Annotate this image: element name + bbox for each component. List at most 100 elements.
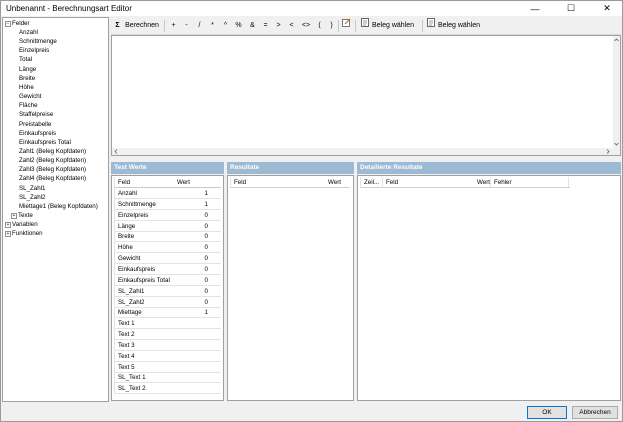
- value-cell[interactable]: [173, 383, 210, 393]
- tree-node-field[interactable]: Breite: [19, 74, 35, 83]
- tree-node-field[interactable]: Total: [19, 55, 32, 64]
- value-cell[interactable]: 0: [173, 297, 210, 307]
- tree-node-field[interactable]: Fläche: [19, 101, 38, 110]
- value-cell[interactable]: 0: [173, 264, 210, 274]
- value-cell[interactable]: 0: [173, 210, 210, 220]
- tree-node-field[interactable]: SL_Zahl1: [19, 184, 46, 193]
- table-row[interactable]: Länge 0: [114, 220, 221, 232]
- table-row[interactable]: Gewicht 0: [114, 253, 221, 265]
- tree-node-texte[interactable]: + Texte: [11, 211, 33, 220]
- maximize-button[interactable]: ☐: [560, 1, 582, 16]
- table-row[interactable]: SL_Zahl2 0: [114, 296, 221, 308]
- operator-button[interactable]: %: [234, 18, 243, 34]
- table-row[interactable]: Schnittmenge 1: [114, 198, 221, 210]
- value-cell[interactable]: [173, 351, 210, 361]
- tree-node-felder[interactable]: − Felder: [5, 19, 30, 28]
- tree-node-field[interactable]: Einkaufspreis Total: [19, 138, 71, 147]
- select-document-button-2[interactable]: Beleg wählen: [438, 18, 486, 34]
- tree-node-field[interactable]: Länge: [19, 65, 36, 74]
- table-row[interactable]: Text 5: [114, 361, 221, 373]
- operator-button[interactable]: +: [169, 18, 178, 34]
- table-row[interactable]: Breite 0: [114, 231, 221, 243]
- tree-node-funktionen[interactable]: + Funktionen: [5, 229, 43, 238]
- column-header-line[interactable]: Zeil...: [361, 177, 383, 187]
- tree-node-field[interactable]: Gewicht: [19, 92, 41, 101]
- value-cell[interactable]: 0: [173, 221, 210, 231]
- operator-button[interactable]: =: [261, 18, 270, 34]
- table-row[interactable]: Einkaufspreis 0: [114, 263, 221, 275]
- tree-node-field[interactable]: Einkaufspreis: [19, 129, 56, 138]
- value-cell[interactable]: 1: [173, 307, 210, 317]
- table-row[interactable]: Einkaufspreis Total 0: [114, 274, 221, 286]
- operator-button[interactable]: <>: [300, 18, 312, 34]
- operator-button[interactable]: <: [287, 18, 296, 34]
- value-cell[interactable]: [173, 329, 210, 339]
- column-header-field[interactable]: Feld: [231, 177, 291, 187]
- operator-button[interactable]: ^: [221, 18, 230, 34]
- table-row[interactable]: Text 2: [114, 329, 221, 341]
- value-cell[interactable]: 0: [173, 231, 210, 241]
- operator-button[interactable]: &: [248, 18, 257, 34]
- value-cell[interactable]: 0: [173, 286, 210, 296]
- tree-node-field[interactable]: Staffelpreise: [19, 110, 53, 119]
- value-cell[interactable]: 0: [173, 275, 210, 285]
- edit-icon[interactable]: [341, 18, 352, 34]
- tree-node-field[interactable]: Anzahl: [19, 28, 38, 37]
- operator-button[interactable]: >: [274, 18, 283, 34]
- table-row[interactable]: Einzelpreis 0: [114, 209, 221, 221]
- select-document-button-1[interactable]: Beleg wählen: [372, 18, 420, 34]
- tree-node-field[interactable]: Schnittmenge: [19, 37, 57, 46]
- column-header-field[interactable]: Feld: [115, 177, 173, 187]
- tree-node-field[interactable]: Preistabelle: [19, 120, 51, 129]
- expand-icon[interactable]: +: [11, 213, 17, 219]
- tree-node-field[interactable]: Zahl1 (Beleg Kopfdaten): [19, 147, 86, 156]
- column-header-value[interactable]: Wert: [174, 177, 221, 187]
- value-cell[interactable]: 1: [173, 199, 210, 209]
- operator-button[interactable]: /: [195, 18, 204, 34]
- operator-button[interactable]: (: [315, 18, 324, 34]
- operator-button[interactable]: ): [327, 18, 336, 34]
- value-cell[interactable]: [173, 318, 210, 328]
- ok-button[interactable]: OK: [527, 406, 567, 419]
- vertical-scrollbar[interactable]: [613, 36, 620, 148]
- table-row[interactable]: Text 3: [114, 339, 221, 351]
- tree-node-variablen[interactable]: + Variablen: [5, 220, 38, 229]
- field-tree[interactable]: − Felder Anzahl Schnittmenge Einzelpreis Tot…: [2, 17, 109, 402]
- table-row[interactable]: Anzahl 1: [114, 188, 221, 199]
- sigma-icon[interactable]: Σ: [113, 18, 122, 34]
- collapse-icon[interactable]: −: [5, 21, 11, 27]
- tree-node-field[interactable]: Miettage1 (Beleg Kopfdaten): [19, 202, 98, 211]
- operator-button[interactable]: *: [208, 18, 217, 34]
- tree-node-field[interactable]: Höhe: [19, 83, 34, 92]
- formula-editor[interactable]: [111, 35, 621, 156]
- cancel-button[interactable]: Abbrechen: [572, 406, 618, 419]
- close-button[interactable]: ✕: [596, 1, 618, 16]
- tree-node-field[interactable]: Zahl2 (Beleg Kopfdaten): [19, 156, 86, 165]
- value-cell[interactable]: [173, 340, 210, 350]
- tree-node-field[interactable]: Zahl4 (Beleg Kopfdaten): [19, 174, 86, 183]
- value-cell[interactable]: 0: [173, 242, 210, 252]
- horizontal-scrollbar[interactable]: [112, 148, 620, 155]
- value-cell[interactable]: [173, 372, 210, 382]
- minimize-button[interactable]: —: [524, 1, 546, 16]
- column-header-field[interactable]: Feld: [383, 177, 443, 187]
- table-row[interactable]: Miettage 1: [114, 307, 221, 319]
- value-cell[interactable]: 0: [173, 253, 210, 263]
- value-cell[interactable]: 1: [173, 188, 210, 198]
- table-row[interactable]: SL_Text 2: [114, 383, 221, 395]
- table-row[interactable]: Text 4: [114, 350, 221, 362]
- column-header-value[interactable]: Wert: [291, 177, 341, 187]
- table-row[interactable]: SL_Text 1: [114, 372, 221, 384]
- column-header-error[interactable]: Fehler: [491, 177, 569, 187]
- operator-button[interactable]: -: [182, 18, 191, 34]
- column-header-value[interactable]: Wert: [443, 177, 491, 187]
- calculate-button[interactable]: Berechnen: [123, 18, 161, 34]
- expand-icon[interactable]: +: [5, 231, 11, 237]
- value-cell[interactable]: [173, 362, 210, 372]
- tree-node-field[interactable]: Zahl3 (Beleg Kopfdaten): [19, 165, 86, 174]
- table-row[interactable]: Text 1: [114, 318, 221, 330]
- tree-node-field[interactable]: Einzelpreis: [19, 46, 49, 55]
- tree-node-field[interactable]: SL_Zahl2: [19, 193, 46, 202]
- table-row[interactable]: Höhe 0: [114, 242, 221, 254]
- table-row[interactable]: SL_Zahl1 0: [114, 285, 221, 297]
